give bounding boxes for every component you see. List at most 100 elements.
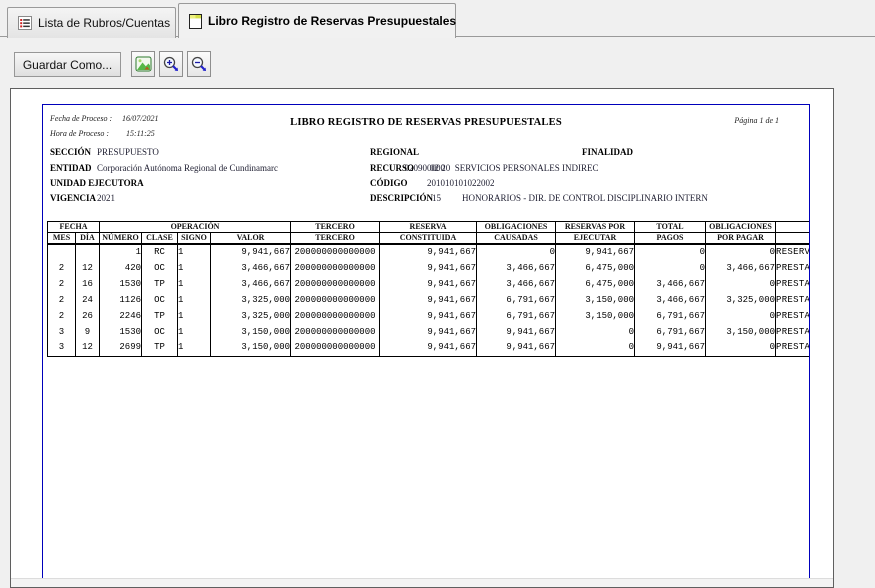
cell-constituida: 9,941,667 <box>380 324 477 340</box>
cell-dia: 9 <box>76 324 100 340</box>
cell-pagos: 9,941,667 <box>635 340 706 356</box>
horizontal-scrollbar[interactable] <box>11 578 833 587</box>
col-header-dia: DÍA <box>76 233 100 245</box>
cell-dia: 12 <box>76 260 100 276</box>
col-header-empty <box>776 233 810 245</box>
cell-constituida: 9,941,667 <box>380 244 477 260</box>
finalidad-label: FINALIDAD <box>582 147 633 157</box>
cell-tercero: 200000000000000 <box>291 308 380 324</box>
cell-tercero: 200000000000000 <box>291 340 380 356</box>
cell-porpagar: 3,150,000 <box>706 324 776 340</box>
tab-lista-de-rubros-cuentas[interactable]: Lista de Rubros/Cuentas <box>7 7 176 38</box>
cell-tipo: PRESTAC <box>776 308 810 324</box>
cell-clase: TP <box>142 340 178 356</box>
cell-valor: 3,150,000 <box>211 324 291 340</box>
hora-proceso-label: Hora de Proceso : <box>50 129 109 138</box>
regional-label: REGIONAL <box>370 147 419 157</box>
save-as-button[interactable]: Guardar Como... <box>14 52 121 77</box>
report-title: LIBRO REGISTRO DE RESERVAS PRESUPUESTALE… <box>43 117 809 128</box>
group-header-reserva: RESERVA <box>380 222 477 233</box>
export-image-icon <box>135 56 152 72</box>
zoom-in-icon <box>162 55 180 73</box>
col-header-tercero: TERCERO <box>291 233 380 245</box>
table-row: 212420OC13,466,6672000000000000009,941,6… <box>48 260 811 276</box>
table-row: 391530OC13,150,0002000000000000009,941,6… <box>48 324 811 340</box>
cell-causadas: 9,941,667 <box>477 324 556 340</box>
cell-clase: OC <box>142 260 178 276</box>
tab-label: Lista de Rubros/Cuentas <box>38 16 170 30</box>
cell-ejecutar: 6,475,000 <box>556 276 635 292</box>
group-header-empty <box>776 222 810 233</box>
cell-ejecutar: 6,475,000 <box>556 260 635 276</box>
zoom-in-button[interactable] <box>159 51 183 77</box>
cell-mes: 2 <box>48 260 76 276</box>
cell-signo: 1 <box>178 244 211 260</box>
col-header-numero: NÚMERO <box>100 233 142 245</box>
tab-libro-registro-reservas[interactable]: Libro Registro de Reservas Presupuestale… <box>178 3 456 38</box>
cell-porpagar: 0 <box>706 340 776 356</box>
cell-signo: 1 <box>178 276 211 292</box>
cell-constituida: 9,941,667 <box>380 276 477 292</box>
cell-porpagar: 3,466,667 <box>706 260 776 276</box>
report-preview-panel[interactable]: Fecha de Proceso : 16/07/2021 Hora de Pr… <box>10 88 834 588</box>
col-header-pagos: PAGOS <box>635 233 706 245</box>
cell-causadas: 6,791,667 <box>477 292 556 308</box>
cell-clase: RC <box>142 244 178 260</box>
col-header-valor: VALOR <box>211 233 291 245</box>
codigo-label: CÓDIGO <box>370 178 408 188</box>
cell-tercero: 200000000000000 <box>291 276 380 292</box>
cell-signo: 1 <box>178 308 211 324</box>
cell-tipo: PRESTACI <box>776 292 810 308</box>
cell-tipo: PRESTAC <box>776 276 810 292</box>
recurso-label: RECURSO <box>370 163 414 173</box>
cell-dia <box>76 244 100 260</box>
cell-porpagar: 0 <box>706 244 776 260</box>
vigencia-label: VIGENCIA <box>50 193 96 203</box>
cell-pagos: 6,791,667 <box>635 308 706 324</box>
cell-mes: 3 <box>48 340 76 356</box>
col-header-signo: SIGNO <box>178 233 211 245</box>
cell-tipo: PRESTACI <box>776 260 810 276</box>
cell-valor: 9,941,667 <box>211 244 291 260</box>
cell-causadas: 3,466,667 <box>477 276 556 292</box>
cell-mes: 2 <box>48 276 76 292</box>
cell-causadas: 9,941,667 <box>477 340 556 356</box>
cell-ejecutar: 3,150,000 <box>556 308 635 324</box>
cell-dia: 26 <box>76 308 100 324</box>
col-header-causadas: CAUSADAS <box>477 233 556 245</box>
cell-valor: 3,466,667 <box>211 276 291 292</box>
cell-mes: 2 <box>48 308 76 324</box>
cell-numero: 420 <box>100 260 142 276</box>
cell-numero: 2699 <box>100 340 142 356</box>
col-header-constituida: CONSTITUIDA <box>380 233 477 245</box>
col-header-ejecutar: EJECUTAR <box>556 233 635 245</box>
cell-porpagar: 0 <box>706 276 776 292</box>
cell-signo: 1 <box>178 292 211 308</box>
cell-pagos: 3,466,667 <box>635 292 706 308</box>
zoom-out-icon <box>190 55 208 73</box>
zoom-out-button[interactable] <box>187 51 211 77</box>
cell-ejecutar: 0 <box>556 324 635 340</box>
cell-porpagar: 0 <box>706 308 776 324</box>
cell-valor: 3,150,000 <box>211 340 291 356</box>
tab-label: Libro Registro de Reservas Presupuestale… <box>208 14 456 28</box>
list-icon <box>18 16 32 30</box>
cell-tipo: RESERVA <box>776 244 810 260</box>
unidad-ejecutora-label: UNIDAD EJECUTORA <box>50 178 144 188</box>
export-image-button[interactable] <box>131 51 155 77</box>
cell-mes <box>48 244 76 260</box>
cell-constituida: 9,941,667 <box>380 340 477 356</box>
cell-pagos: 3,466,667 <box>635 276 706 292</box>
entidad-label: ENTIDAD <box>50 163 92 173</box>
group-header-obligaciones: OBLIGACIONES <box>477 222 556 233</box>
cell-ejecutar: 9,941,667 <box>556 244 635 260</box>
cell-constituida: 9,941,667 <box>380 260 477 276</box>
cell-valor: 3,466,667 <box>211 260 291 276</box>
cell-mes: 3 <box>48 324 76 340</box>
descripcion-label: DESCRIPCIÓN <box>370 193 433 203</box>
group-header-reservas-por: RESERVAS POR <box>556 222 635 233</box>
cell-pagos: 0 <box>635 260 706 276</box>
cell-clase: OC <box>142 324 178 340</box>
table-row: 3122699TP13,150,0002000000000000009,941,… <box>48 340 811 356</box>
cell-porpagar: 3,325,000 <box>706 292 776 308</box>
